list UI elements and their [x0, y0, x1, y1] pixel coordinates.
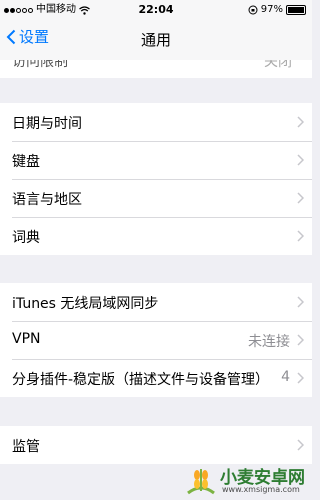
row-label: 键盘: [12, 154, 40, 170]
chevron-right-icon: [297, 334, 304, 346]
row-label: 语言与地区: [12, 192, 82, 208]
settings-row-vpn[interactable]: VPN 未连接: [0, 321, 312, 359]
row-value: 未连接: [248, 334, 290, 350]
battery-icon: [286, 5, 306, 15]
settings-row-supervision[interactable]: 监管: [0, 426, 312, 464]
rotation-lock-icon: [248, 5, 258, 15]
row-label: VPN: [12, 331, 41, 347]
watermark-logo: 小麦安卓网 www.xmsigma.com: [184, 462, 310, 498]
row-label: 访问限制: [12, 60, 68, 70]
watermark-url: www.xmsigma.com: [222, 485, 300, 494]
row-label: 分身插件-稳定版（描述文件与设备管理）: [12, 372, 270, 388]
chevron-right-icon: [297, 296, 304, 308]
status-right: 97%: [248, 0, 306, 20]
row-label: 词典: [12, 230, 40, 246]
settings-row-date-time[interactable]: 日期与时间: [0, 103, 312, 141]
settings-row-dictionary[interactable]: 词典: [0, 217, 312, 255]
wheat-icon: [187, 469, 215, 495]
row-value: 关闭: [264, 60, 292, 70]
settings-row-restrictions[interactable]: 访问限制 关闭: [0, 60, 312, 78]
navigation-bar: 设置 通用: [0, 20, 312, 60]
row-label: iTunes 无线局域网同步: [12, 296, 159, 312]
chevron-right-icon: [297, 116, 304, 128]
page-title: 通用: [140, 31, 171, 49]
settings-row-profiles-device-management[interactable]: 分身插件-稳定版（描述文件与设备管理） 4: [0, 359, 312, 397]
settings-group-2: iTunes 无线局域网同步 VPN 未连接 分身插件-稳定版（描述文件与设备管…: [0, 283, 312, 397]
settings-group-1: 日期与时间 键盘 语言与地区 词典: [0, 103, 312, 255]
settings-row-itunes-wifi-sync[interactable]: iTunes 无线局域网同步: [0, 283, 312, 321]
settings-group-3: 监管: [0, 426, 312, 464]
settings-row-language-region[interactable]: 语言与地区: [0, 179, 312, 217]
battery-percent: 97%: [260, 4, 283, 15]
chevron-right-icon: [297, 372, 304, 384]
chevron-right-icon: [297, 230, 304, 242]
chevron-right-icon: [297, 439, 304, 451]
row-label: 监管: [12, 439, 40, 455]
row-label: 日期与时间: [12, 116, 82, 132]
status-bar: 中国移动 22:04 97%: [0, 0, 312, 20]
settings-row-keyboard[interactable]: 键盘: [0, 141, 312, 179]
chevron-right-icon: [297, 154, 304, 166]
row-value: 4: [281, 369, 290, 385]
chevron-right-icon: [297, 192, 304, 204]
